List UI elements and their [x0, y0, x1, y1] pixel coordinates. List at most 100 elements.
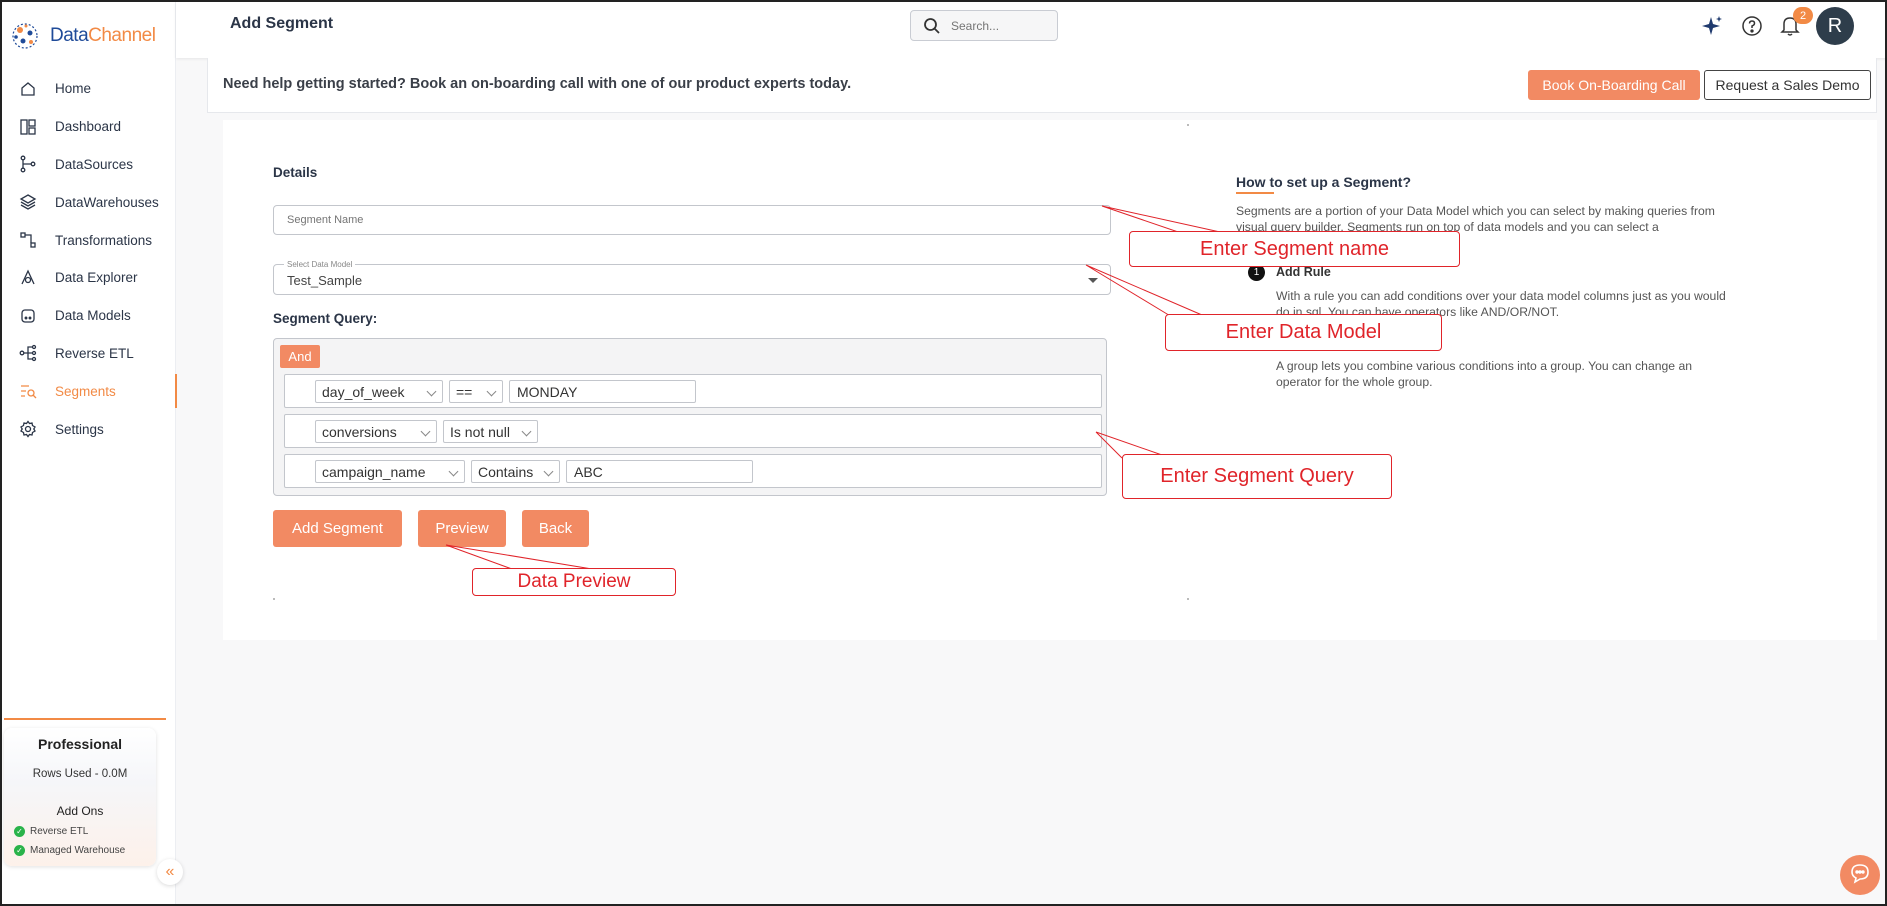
rule-value-input[interactable]: ABC [566, 460, 753, 483]
avatar[interactable]: R [1816, 7, 1854, 45]
sidebar-item-datawarehouses[interactable]: DataWarehouses [2, 183, 176, 221]
rule-operator-select[interactable]: == [449, 380, 503, 403]
sidebar-item-datasources[interactable]: DataSources [2, 146, 176, 184]
rule-field-select[interactable]: day_of_week [315, 380, 443, 403]
details-heading: Details [273, 165, 318, 180]
sidebar-item-settings[interactable]: Settings [2, 410, 176, 448]
data-model-label: Select Data Model [284, 260, 356, 269]
datamodels-icon [18, 306, 38, 326]
segment-name-field[interactable] [273, 205, 1111, 235]
sidebar-item-segments[interactable]: Segments [2, 372, 177, 410]
rule-operator-select[interactable]: Is not null [443, 420, 538, 443]
step-line: A group lets you combine various conditi… [1276, 359, 1693, 373]
app-window: DataChannel Home Dashboard DataSources D… [0, 0, 1887, 906]
chevron-down-icon [426, 386, 437, 397]
search-icon [923, 17, 941, 35]
preview-button[interactable]: Preview [418, 510, 506, 547]
chat-icon [1849, 862, 1871, 889]
sidebar: DataChannel Home Dashboard DataSources D… [2, 2, 177, 904]
step-line: With a rule you can add conditions over … [1276, 289, 1726, 303]
banner-text: Need help getting started? Book an on-bo… [223, 76, 852, 92]
annotation-data-model: Enter Data Model [1165, 314, 1442, 351]
home-icon [18, 79, 38, 99]
sidebar-item-data-models[interactable]: Data Models [2, 297, 176, 335]
addon-item: ✓ Managed Warehouse [4, 845, 156, 856]
step-title: Add Rule [1276, 265, 1331, 279]
sidebar-item-label: DataSources [55, 156, 134, 172]
double-chevron-left-icon: « [165, 863, 175, 880]
sidebar-item-label: Data Explorer [55, 270, 138, 286]
segment-name-input[interactable] [274, 206, 1110, 234]
divider-dot [1187, 124, 1189, 126]
plan-panel: Professional Rows Used - 0.0M Add Ons ✓ R… [4, 718, 166, 868]
rule-value-input[interactable]: MONDAY [509, 380, 696, 403]
layers-icon [18, 192, 38, 212]
data-model-select[interactable]: Select Data Model Test_Sample [273, 260, 1111, 295]
add-segment-button[interactable]: Add Segment [273, 510, 402, 547]
rule-operator-select[interactable]: Contains [471, 460, 560, 483]
divider-dot [273, 598, 275, 600]
query-rule: day_of_week == MONDAY [284, 374, 1102, 408]
addon-item: ✓ Reverse ETL [4, 826, 156, 837]
segments-icon [18, 381, 38, 401]
sidebar-item-transformations[interactable]: Transformations [2, 221, 176, 259]
chevron-down-icon [543, 466, 554, 477]
sparkle-icon[interactable] [1700, 14, 1724, 38]
sidebar-item-label: Home [55, 81, 92, 97]
app-logo[interactable]: DataChannel [10, 18, 156, 54]
notification-badge: 2 [1793, 7, 1813, 24]
annotation-segment-name: Enter Segment name [1129, 231, 1460, 267]
sidebar-item-data-explorer[interactable]: Data Explorer [2, 259, 176, 297]
plan-divider [4, 718, 166, 720]
plan-card: Professional Rows Used - 0.0M Add Ons ✓ R… [4, 728, 156, 866]
caret-down-icon [1088, 278, 1098, 283]
explorer-icon [18, 268, 38, 288]
page-title: Add Segment [230, 15, 334, 32]
rule-field-value: campaign_name [322, 463, 426, 480]
sidebar-nav: Home Dashboard DataSources DataWarehouse… [2, 70, 177, 448]
sidebar-item-label: Data Models [55, 308, 131, 324]
search-box[interactable] [910, 10, 1058, 41]
check-icon: ✓ [14, 845, 25, 856]
rule-field-select[interactable]: campaign_name [315, 460, 465, 483]
chevron-down-icon [420, 426, 431, 437]
annotation-data-preview: Data Preview [472, 568, 676, 596]
rule-operator-value: Contains [478, 463, 534, 480]
top-header: Add Segment 2 R [176, 2, 1885, 58]
transform-icon [18, 230, 38, 250]
chevron-down-icon [486, 386, 497, 397]
addon-label: Managed Warehouse [30, 845, 126, 856]
request-sales-demo-button[interactable]: Request a Sales Demo [1704, 70, 1871, 100]
query-rule: conversions Is not null [284, 414, 1102, 448]
group-operator-and-button[interactable]: And [280, 345, 320, 368]
query-builder: And day_of_week == MONDAY conversions Is… [273, 338, 1107, 496]
sidebar-item-label: Dashboard [55, 119, 122, 135]
sidebar-item-reverse-etl[interactable]: Reverse ETL [2, 335, 176, 373]
collapse-sidebar-button[interactable]: « [157, 859, 183, 885]
sidebar-item-label: Settings [55, 421, 104, 437]
book-onboarding-call-button[interactable]: Book On-Boarding Call [1528, 70, 1700, 100]
help-icon[interactable] [1740, 14, 1764, 38]
data-model-value: Test_Sample [287, 273, 363, 288]
logo-globe-icon [10, 21, 40, 51]
chat-button[interactable] [1840, 855, 1880, 895]
help-title-underline [1236, 192, 1274, 194]
rule-field-value: conversions [322, 423, 397, 440]
search-input[interactable] [951, 18, 1041, 33]
sidebar-item-label: Transformations [55, 232, 153, 248]
help-intro-line: Segments are a portion of your Data Mode… [1236, 204, 1715, 218]
rule-field-select[interactable]: conversions [315, 420, 437, 443]
rule-operator-value: Is not null [450, 423, 510, 440]
sidebar-item-label: DataWarehouses [55, 194, 159, 210]
onboarding-banner: Need help getting started? Book an on-bo… [207, 58, 1877, 113]
chevron-down-icon [521, 426, 532, 437]
plan-title: Professional [37, 736, 123, 752]
addons-title: Add Ons [56, 804, 104, 818]
query-rule: campaign_name Contains ABC [284, 454, 1102, 488]
sidebar-item-dashboard[interactable]: Dashboard [2, 108, 176, 146]
back-button[interactable]: Back [522, 510, 589, 547]
addon-label: Reverse ETL [30, 826, 89, 837]
chevron-down-icon [448, 466, 459, 477]
sidebar-item-home[interactable]: Home [2, 70, 176, 108]
rows-used: Rows Used - 0.0M [32, 768, 128, 780]
